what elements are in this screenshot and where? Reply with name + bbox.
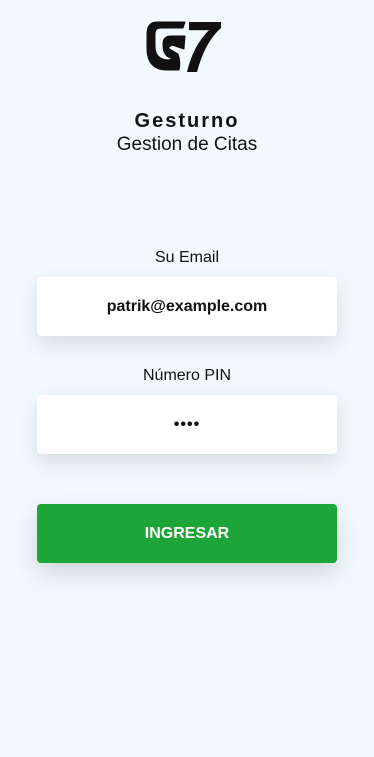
app-subtitle: Gestion de Citas (116, 134, 258, 155)
gesturno-logo (146, 21, 221, 72)
pin-label: Número PIN (142, 367, 232, 384)
email-label: Su Email (154, 249, 220, 266)
submit-button[interactable]: INGRESAR (37, 504, 337, 563)
email-field[interactable] (37, 277, 337, 336)
pin-field[interactable] (37, 395, 337, 454)
app-title: Gesturno (134, 110, 240, 132)
